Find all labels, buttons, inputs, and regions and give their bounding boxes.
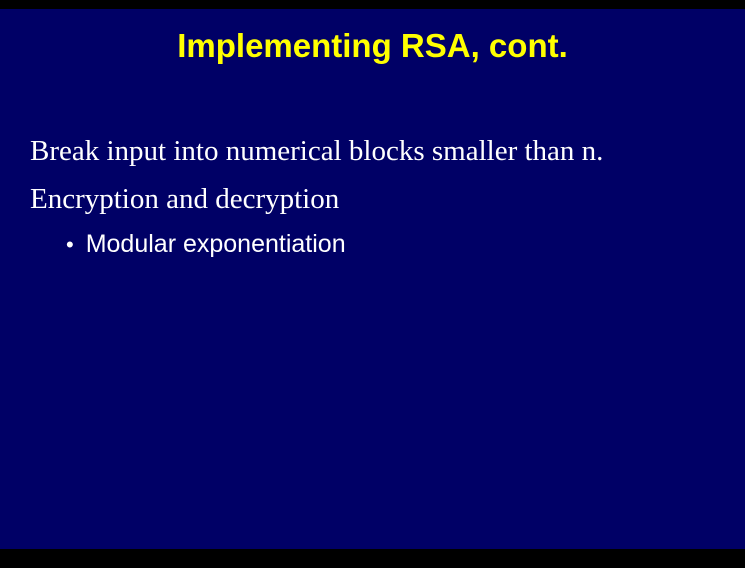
bullet-text-1: Modular exponentiation	[86, 230, 346, 259]
bullet-item: • Modular exponentiation	[66, 230, 715, 259]
body-line-2: Encryption and decryption	[30, 181, 715, 217]
bullet-marker: •	[66, 232, 74, 258]
body-line-1: Break input into numerical blocks smalle…	[30, 133, 715, 169]
slide-container: Implementing RSA, cont. Break input into…	[0, 9, 745, 549]
slide-title: Implementing RSA, cont.	[30, 27, 715, 65]
